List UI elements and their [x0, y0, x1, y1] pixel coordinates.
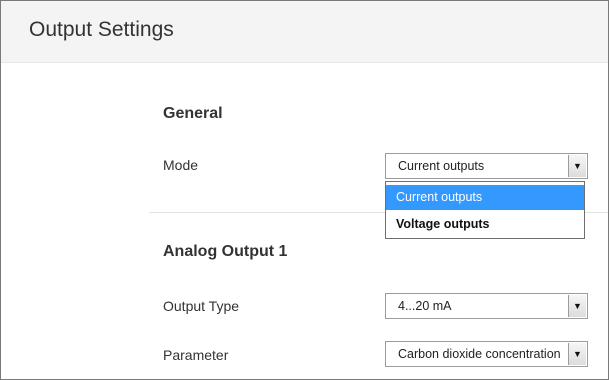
output-type-label: Output Type	[163, 298, 240, 314]
mode-select-value: Current outputs	[398, 159, 485, 173]
mode-select[interactable]: Current outputs ▼	[385, 153, 588, 179]
section-title-analog-output-1: Analog Output 1	[163, 243, 288, 260]
output-type-select[interactable]: 4...20 mA ▼	[385, 293, 588, 319]
mode-label: Mode	[163, 157, 199, 173]
output-settings-panel: Output Settings General Mode Current out…	[0, 0, 609, 380]
parameter-select[interactable]: Carbon dioxide concentration ▼	[385, 341, 588, 367]
chevron-down-icon[interactable]: ▼	[568, 295, 586, 317]
section-title-general: General	[163, 105, 223, 122]
chevron-down-icon[interactable]: ▼	[568, 343, 586, 365]
parameter-label: Parameter	[163, 347, 229, 363]
page-title: Output Settings	[29, 18, 174, 41]
mode-option-current-outputs[interactable]: Current outputs	[386, 185, 584, 210]
chevron-down-icon[interactable]: ▼	[568, 155, 586, 177]
mode-option-voltage-outputs[interactable]: Voltage outputs	[386, 212, 584, 237]
parameter-select-value: Carbon dioxide concentration	[398, 347, 561, 361]
header-bar: Output Settings	[1, 1, 608, 63]
mode-dropdown-list: Current outputs Voltage outputs	[385, 181, 585, 239]
output-type-select-value: 4...20 mA	[398, 299, 452, 313]
